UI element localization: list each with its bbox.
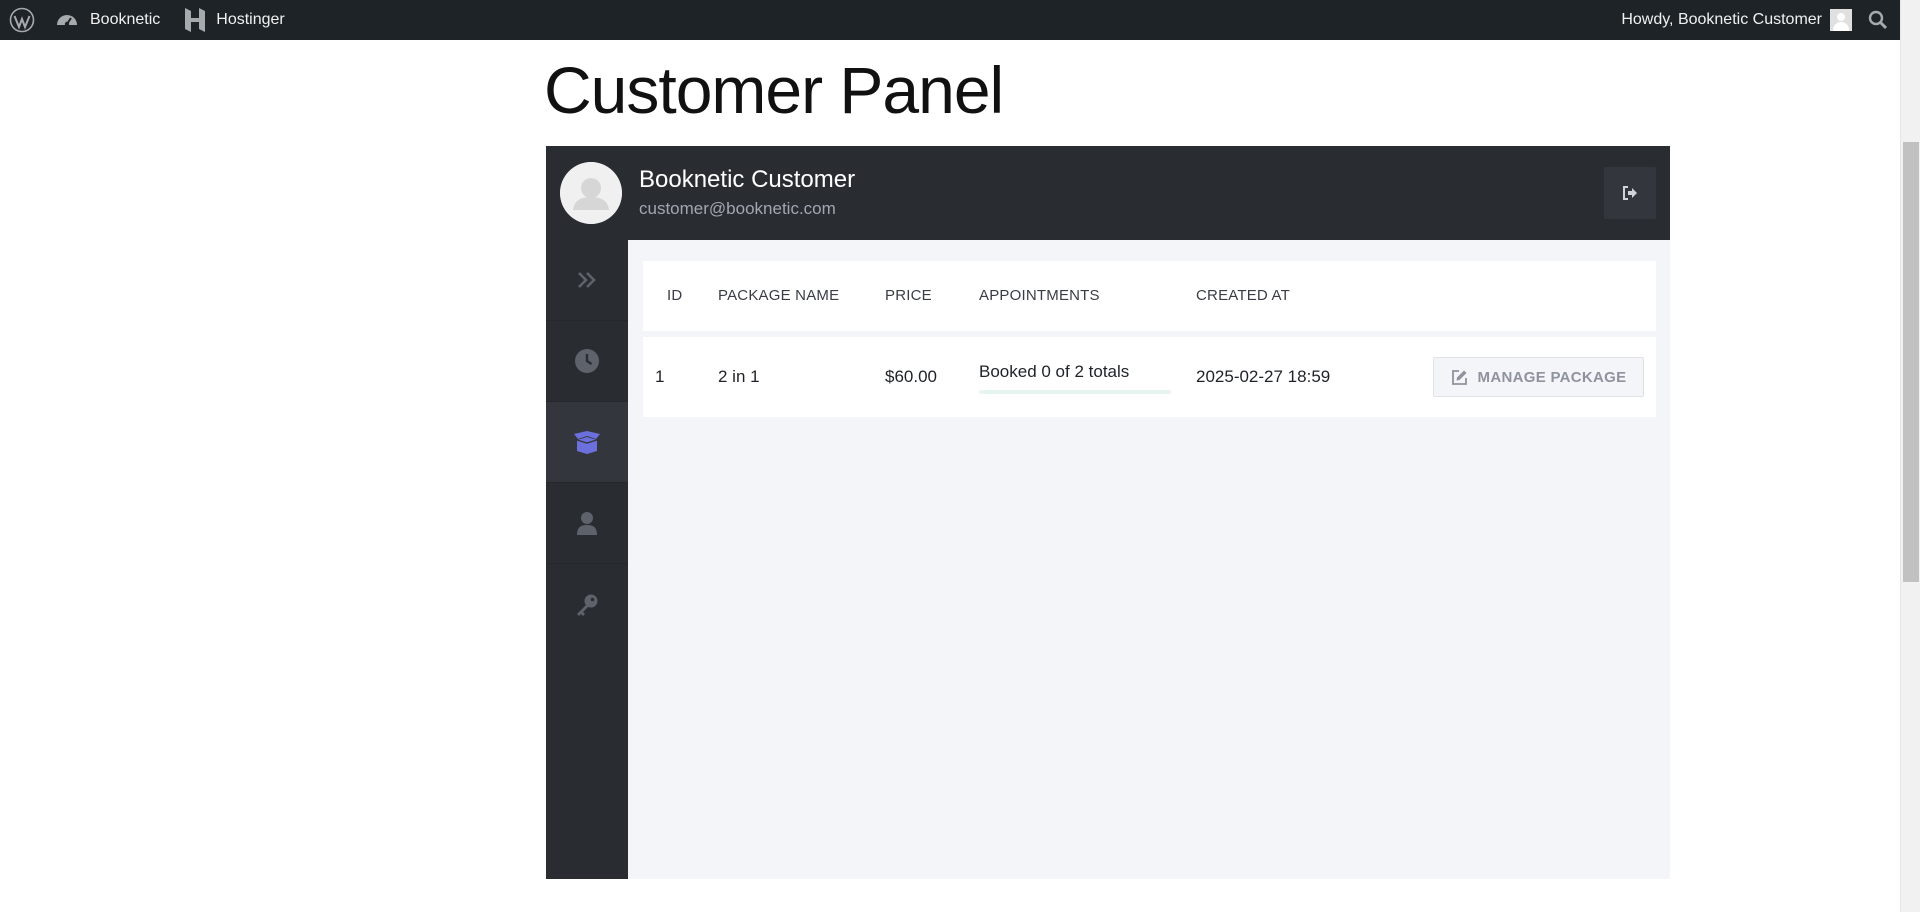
dashboard-icon xyxy=(54,7,80,33)
cell-id: 1 xyxy=(655,367,665,386)
column-header-package-name: PACKAGE NAME xyxy=(718,287,840,304)
manage-package-label: MANAGE PACKAGE xyxy=(1477,368,1627,386)
sidebar-item-packages[interactable] xyxy=(546,402,628,483)
user-icon xyxy=(577,512,597,535)
search-icon xyxy=(1868,10,1888,30)
page-title: Customer Panel xyxy=(544,53,1004,127)
table-row: 1 2 in 1 $60.00 Booked 0 of 2 totals 202… xyxy=(643,337,1656,417)
column-header-created-at: CREATED AT xyxy=(1196,287,1290,304)
my-account-menu[interactable]: Howdy, Booknetic Customer xyxy=(1621,0,1852,40)
vertical-scrollbar[interactable] xyxy=(1900,0,1920,912)
customer-email: customer@booknetic.com xyxy=(639,199,836,218)
appointments-progress-bar xyxy=(979,390,1171,394)
package-box-icon xyxy=(574,431,600,454)
customer-name: Booknetic Customer xyxy=(639,166,856,193)
column-header-price: PRICE xyxy=(885,287,932,304)
howdy-greeting: Howdy, Booknetic Customer xyxy=(1621,11,1822,28)
customer-avatar xyxy=(560,162,622,224)
scrollbar-thumb[interactable] xyxy=(1903,142,1919,582)
sidebar-item-appointments[interactable] xyxy=(546,321,628,402)
clock-icon xyxy=(575,349,599,373)
default-avatar-icon xyxy=(560,162,622,224)
logout-button[interactable] xyxy=(1604,167,1656,219)
sidebar-item-profile[interactable] xyxy=(546,483,628,564)
hostinger-icon xyxy=(182,7,208,33)
sidebar-item-password[interactable] xyxy=(546,564,628,645)
cell-price: $60.00 xyxy=(885,367,937,386)
user-avatar-small xyxy=(1830,9,1852,31)
panel-sidebar xyxy=(546,240,628,879)
column-header-appointments: APPOINTMENTS xyxy=(979,287,1100,304)
admin-bar: Booknetic Hostinger Howdy, Booknetic Cus… xyxy=(0,0,1900,40)
packages-table-header: ID PACKAGE NAME PRICE APPOINTMENTS CREAT… xyxy=(643,261,1656,331)
sign-out-icon xyxy=(1623,186,1637,200)
cell-created-at: 2025-02-27 18:59 xyxy=(1196,367,1331,386)
page-bottom-strip xyxy=(0,895,1900,912)
panel-header: Booknetic Customer customer@booknetic.co… xyxy=(546,146,1670,240)
site-menu-booknetic-label: Booknetic xyxy=(90,11,161,28)
wordpress-logo-button[interactable] xyxy=(2,0,42,40)
column-header-id: ID xyxy=(667,287,683,304)
key-icon xyxy=(577,594,598,616)
site-menu-hostinger[interactable]: Hostinger xyxy=(182,0,285,40)
site-menu-hostinger-label: Hostinger xyxy=(216,11,285,28)
wordpress-logo-icon xyxy=(9,7,35,33)
customer-panel: Booknetic Customer customer@booknetic.co… xyxy=(546,146,1670,879)
manage-package-button[interactable]: MANAGE PACKAGE xyxy=(1433,357,1644,397)
sidebar-toggle[interactable] xyxy=(546,240,628,321)
cell-package-name: 2 in 1 xyxy=(718,367,760,386)
edit-icon xyxy=(1451,369,1467,385)
cell-appointments: Booked 0 of 2 totals xyxy=(979,362,1130,381)
double-chevron-right-icon xyxy=(578,272,596,288)
admin-search-button[interactable] xyxy=(1868,0,1888,40)
site-menu-booknetic[interactable]: Booknetic xyxy=(54,0,160,40)
